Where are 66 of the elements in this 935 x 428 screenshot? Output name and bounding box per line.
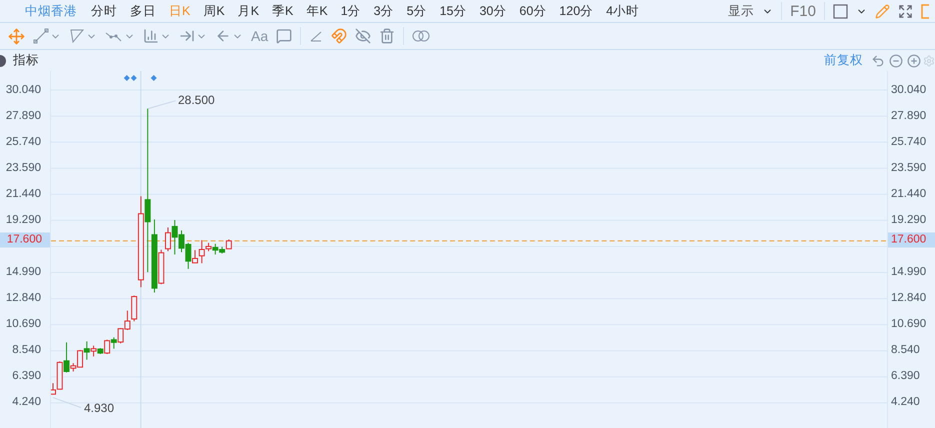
angle-icon[interactable] <box>309 29 324 43</box>
price-label: 12.840 <box>6 292 41 304</box>
price-label: 10.690 <box>6 318 41 330</box>
current-price-tag: 17.600 <box>888 232 935 248</box>
current-price-tag: 17.600 <box>0 232 50 248</box>
square-icon[interactable] <box>833 4 848 18</box>
line-tool-icon[interactable] <box>33 28 49 44</box>
price-label: 4.240 <box>891 396 920 408</box>
period-tab[interactable]: 分时 <box>91 2 117 20</box>
price-label: 8.540 <box>891 344 920 356</box>
period-tab[interactable]: 周K <box>203 2 225 20</box>
period-tab[interactable]: 30分 <box>479 2 506 20</box>
price-label: 4.240 <box>12 396 41 408</box>
leader-line <box>52 397 82 408</box>
price-label: 23.590 <box>891 162 926 174</box>
overlap-circles-icon[interactable] <box>412 30 430 42</box>
price-label: 25.740 <box>891 136 926 148</box>
price-label: 19.290 <box>6 214 41 226</box>
leader-line <box>147 100 176 110</box>
price-label: 8.540 <box>12 344 41 356</box>
period-tab[interactable]: 季K <box>272 2 294 20</box>
pencil-icon[interactable] <box>875 4 890 18</box>
price-label: 14.990 <box>6 266 41 278</box>
price-label: 21.440 <box>6 188 41 200</box>
zoom-out-icon[interactable] <box>889 54 903 68</box>
high-price-label: 28.500 <box>178 92 215 107</box>
f10-button[interactable]: F10 <box>790 2 816 20</box>
price-label: 12.840 <box>891 292 926 304</box>
chart-tool-icon[interactable] <box>143 28 159 44</box>
price-label: 30.040 <box>6 84 41 96</box>
fullscreen-icon[interactable] <box>898 4 913 18</box>
price-label: 21.440 <box>891 188 926 200</box>
comment-icon[interactable] <box>276 28 292 44</box>
price-label: 27.890 <box>891 110 926 122</box>
marker-icon <box>150 75 157 82</box>
indicator-label[interactable]: 指标 <box>13 52 39 69</box>
price-label: 10.690 <box>891 318 926 330</box>
trash-icon[interactable] <box>379 28 396 44</box>
period-tab[interactable]: 120分 <box>559 2 594 20</box>
price-label: 25.740 <box>6 136 41 148</box>
settings-icon[interactable] <box>923 54 935 66</box>
period-tab[interactable]: 60分 <box>519 2 546 20</box>
price-label: 30.040 <box>891 84 926 96</box>
undo-icon[interactable] <box>871 54 885 68</box>
period-tab[interactable]: 年K <box>306 2 328 20</box>
period-tab[interactable]: 月K <box>238 2 260 20</box>
low-price-label: 4.930 <box>84 400 114 415</box>
price-label: 14.990 <box>891 266 926 278</box>
magnet-icon[interactable] <box>331 28 348 44</box>
display-menu[interactable]: 显示 <box>728 2 754 20</box>
marker-icon <box>124 75 137 82</box>
period-tab[interactable]: 15分 <box>440 2 466 20</box>
price-label: 19.290 <box>891 214 926 226</box>
zoom-in-icon[interactable] <box>907 54 921 68</box>
move-icon[interactable] <box>8 28 25 44</box>
hide-icon[interactable] <box>355 28 372 44</box>
period-tab[interactable]: 3分 <box>374 2 394 20</box>
price-label: 27.890 <box>6 110 41 122</box>
price-label: 6.390 <box>12 370 41 382</box>
price-label: 23.590 <box>6 162 41 174</box>
period-tab[interactable]: 多日 <box>130 2 156 20</box>
period-tab[interactable]: 5分 <box>406 2 427 20</box>
period-tab[interactable]: 1分 <box>340 2 361 20</box>
polyline-tool-icon[interactable] <box>69 28 85 44</box>
price-label: 6.390 <box>891 370 920 382</box>
period-tab[interactable]: 4小时 <box>606 2 640 20</box>
